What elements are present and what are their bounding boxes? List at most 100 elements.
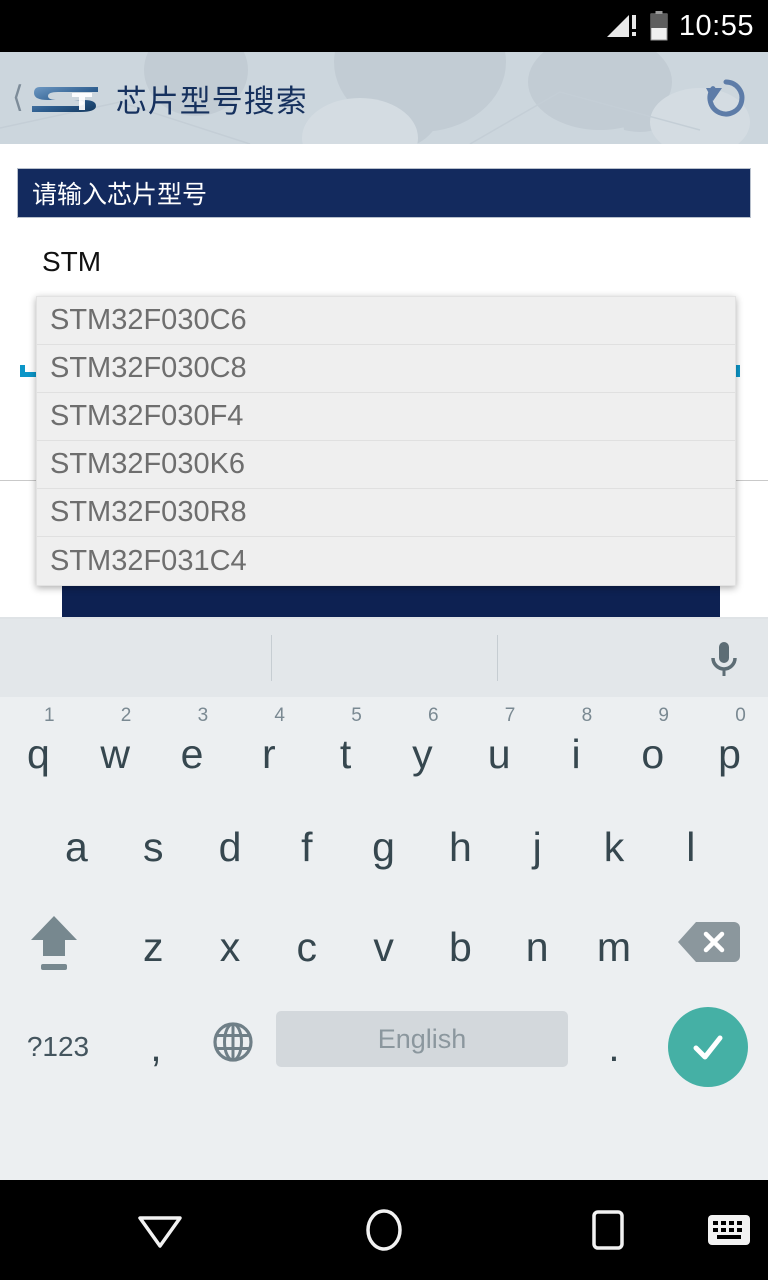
key-c[interactable]: c bbox=[268, 897, 345, 997]
key-l[interactable]: l bbox=[652, 797, 729, 897]
comma-key[interactable]: , bbox=[118, 997, 194, 1097]
key-label: g bbox=[372, 823, 395, 870]
suggestion-dropdown[interactable]: STM32F030C6 STM32F030C8 STM32F030F4 STM3… bbox=[36, 296, 736, 586]
key-p[interactable]: 0 p bbox=[691, 697, 768, 797]
list-item[interactable]: STM32F030C6 bbox=[37, 297, 735, 345]
key-label: k bbox=[603, 823, 625, 870]
nav-recents-square-icon[interactable] bbox=[558, 1180, 658, 1280]
key-a[interactable]: a bbox=[38, 797, 115, 897]
key-e[interactable]: 3 e bbox=[154, 697, 231, 797]
key-label: f bbox=[301, 823, 313, 870]
key-q[interactable]: 1 q bbox=[0, 697, 77, 797]
nav-home-circle-icon[interactable] bbox=[334, 1180, 434, 1280]
check-icon bbox=[668, 1007, 748, 1087]
language-switch-key[interactable] bbox=[196, 997, 270, 1097]
nav-back-triangle-icon[interactable] bbox=[110, 1180, 210, 1280]
key-num-hint: 3 bbox=[197, 705, 209, 726]
key-label: a bbox=[64, 823, 88, 870]
shift-key[interactable] bbox=[10, 897, 98, 997]
keyboard-row-2: a s d f g h j k l bbox=[0, 797, 768, 897]
refresh-icon[interactable] bbox=[702, 74, 750, 122]
key-num-hint: 5 bbox=[351, 705, 362, 726]
status-bar-clock: 10:55 bbox=[678, 9, 754, 42]
keyboard-row-3: z x c v b n m bbox=[0, 897, 768, 997]
key-n[interactable]: n bbox=[499, 897, 576, 997]
key-label: j bbox=[532, 823, 542, 870]
app-header: ⟨ 芯片型号搜索 bbox=[0, 52, 768, 144]
key-m[interactable]: m bbox=[576, 897, 653, 997]
key-y[interactable]: 6 y bbox=[384, 697, 461, 797]
st-logo-icon bbox=[31, 87, 98, 112]
key-x[interactable]: x bbox=[192, 897, 269, 997]
list-item[interactable]: STM32F030C8 bbox=[37, 345, 735, 393]
search-field-wrap bbox=[20, 239, 740, 377]
key-d[interactable]: d bbox=[192, 797, 269, 897]
key-label: u bbox=[487, 730, 511, 777]
back-chevron-icon[interactable]: ⟨ bbox=[12, 83, 24, 113]
key-label: o bbox=[641, 730, 665, 777]
key-label: y bbox=[412, 730, 433, 777]
key-label: z bbox=[142, 923, 164, 970]
enter-key[interactable] bbox=[654, 997, 762, 1097]
key-g[interactable]: g bbox=[345, 797, 422, 897]
key-label: s bbox=[142, 823, 164, 870]
key-f[interactable]: f bbox=[268, 797, 345, 897]
key-label: b bbox=[448, 923, 472, 970]
key-num-hint: 6 bbox=[428, 705, 439, 726]
key-label: w bbox=[100, 730, 130, 777]
keyboard-row-4: ?123 , English . bbox=[0, 997, 768, 1097]
list-item[interactable]: STM32F031C4 bbox=[37, 537, 735, 585]
space-label: English bbox=[377, 1023, 467, 1054]
key-w[interactable]: 2 w bbox=[77, 697, 154, 797]
key-i[interactable]: 8 i bbox=[538, 697, 615, 797]
key-u[interactable]: 7 u bbox=[461, 697, 538, 797]
key-o[interactable]: 9 o bbox=[614, 697, 691, 797]
period-key[interactable]: . bbox=[578, 997, 650, 1097]
key-label: m bbox=[596, 923, 632, 970]
key-v[interactable]: v bbox=[345, 897, 422, 997]
globe-icon bbox=[212, 1021, 254, 1073]
key-label: x bbox=[219, 923, 241, 970]
key-z[interactable]: z bbox=[115, 897, 192, 997]
system-nav-bar bbox=[0, 1180, 768, 1280]
key-label: e bbox=[180, 730, 204, 777]
backspace-icon bbox=[678, 919, 740, 975]
symbols-key[interactable]: ?123 bbox=[4, 997, 112, 1097]
suggestion-divider bbox=[271, 635, 272, 681]
key-label: ?123 bbox=[26, 1031, 90, 1062]
key-label: t bbox=[339, 730, 352, 777]
key-r[interactable]: 4 r bbox=[230, 697, 307, 797]
phone-screen: 10:55 ⟨ 芯片型号搜索 请输入芯片型号 STM STM32F030C6 S… bbox=[0, 0, 768, 1280]
suggestion-divider bbox=[497, 635, 498, 681]
backspace-key[interactable] bbox=[664, 897, 754, 997]
list-item[interactable]: STM32F030K6 bbox=[37, 441, 735, 489]
key-num-hint: 4 bbox=[274, 705, 285, 726]
key-label: h bbox=[448, 823, 472, 870]
search-input[interactable] bbox=[20, 239, 740, 285]
key-num-hint: 9 bbox=[658, 705, 669, 726]
space-key[interactable]: English bbox=[276, 1011, 568, 1067]
shift-icon bbox=[27, 910, 81, 984]
key-label: , bbox=[150, 1023, 162, 1070]
list-item[interactable]: STM32F030F4 bbox=[37, 393, 735, 441]
soft-keyboard: 1 q 2 w 3 e 4 r 5 t 6 y 7 u 8 i 9 o 0 p … bbox=[0, 617, 768, 1180]
key-h[interactable]: h bbox=[422, 797, 499, 897]
key-s[interactable]: s bbox=[115, 797, 192, 897]
key-j[interactable]: j bbox=[499, 797, 576, 897]
key-num-hint: 2 bbox=[120, 705, 132, 726]
list-item[interactable]: STM32F030R8 bbox=[37, 489, 735, 537]
field-label-bar: 请输入芯片型号 bbox=[18, 169, 750, 217]
key-label: c bbox=[296, 923, 318, 970]
key-num-hint: 7 bbox=[504, 705, 516, 726]
status-bar: 10:55 bbox=[0, 0, 768, 52]
keyboard-rows: 1 q 2 w 3 e 4 r 5 t 6 y 7 u 8 i 9 o 0 p … bbox=[0, 697, 768, 1097]
key-label: l bbox=[686, 823, 696, 870]
key-num-hint: 0 bbox=[735, 705, 746, 726]
key-t[interactable]: 5 t bbox=[307, 697, 384, 797]
nav-keyboard-icon[interactable] bbox=[690, 1180, 768, 1280]
microphone-icon[interactable] bbox=[698, 633, 750, 685]
key-label: v bbox=[373, 923, 394, 970]
key-num-hint: 8 bbox=[581, 705, 593, 726]
key-k[interactable]: k bbox=[576, 797, 653, 897]
key-b[interactable]: b bbox=[422, 897, 499, 997]
